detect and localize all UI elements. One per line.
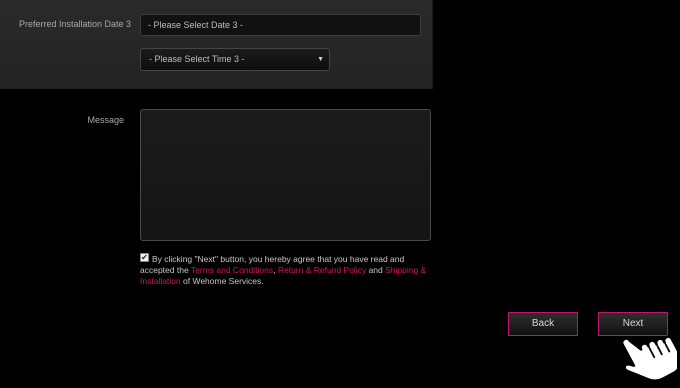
refund-policy-link[interactable]: Return & Refund Policy: [278, 265, 366, 275]
agreement-sep2: and: [366, 265, 386, 275]
chevron-down-icon: ▼: [317, 56, 324, 63]
hand-pointer-cursor-icon: [620, 335, 677, 382]
back-button[interactable]: Back: [508, 312, 578, 336]
message-label: Message: [87, 115, 124, 125]
agreement-text: By clicking "Next" button, you hereby ag…: [140, 254, 432, 287]
time3-select[interactable]: - Please Select Time 3 - ▼: [140, 48, 330, 71]
date3-label: Preferred Installation Date 3: [19, 19, 132, 29]
date3-input[interactable]: - Please Select Date 3 -: [140, 14, 421, 36]
agreement-suffix: of Wehome Services.: [180, 276, 264, 286]
date3-placeholder: - Please Select Date 3 -: [148, 20, 244, 30]
message-textarea[interactable]: [140, 109, 431, 241]
terms-link[interactable]: Terms and Conditions: [191, 265, 273, 275]
time3-selected-value: - Please Select Time 3 -: [149, 54, 245, 64]
